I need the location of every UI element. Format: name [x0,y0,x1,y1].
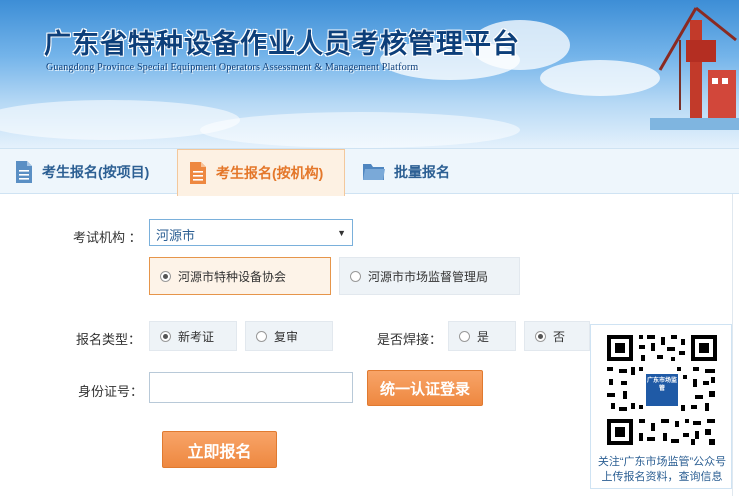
org-option-association[interactable]: 河源市特种设备协会 [149,257,331,295]
weld-label: 是否焊接： [377,332,443,347]
tab-register-by-project[interactable]: 考生报名(按项目) [14,149,149,195]
qr-caption-line2: 上传报名资料，查询信息 [601,471,723,483]
platform-subtitle: Guangdong Province Special Equipment Ope… [46,62,419,73]
document-icon [190,162,206,184]
org-label: 考试机构 ： [73,230,142,245]
qr-caption: 关注“广东市场监管”公众号 上传报名资料，查询信息 [591,455,733,485]
weld-option-label: 否 [553,329,566,344]
header-banner: 广东省特种设备作业人员考核管理平台 Guangdong Province Spe… [0,0,739,148]
weld-option-yes[interactable]: 是 [448,321,516,351]
type-option-review[interactable]: 复审 [245,321,333,351]
type-option-label: 新考证 [178,329,215,344]
tab-label: 考生报名(按机构) [216,165,324,181]
org-option-label: 河源市特种设备协会 [178,269,287,284]
weld-option-label: 是 [477,329,490,344]
tab-label: 考生报名(按项目) [42,164,150,180]
platform-title: 广东省特种设备作业人员考核管理平台 [44,29,520,60]
banner-cloud [200,112,520,148]
radio-checked-icon [535,330,546,342]
radio-checked-icon [160,330,171,342]
folder-icon [363,164,385,180]
right-divider [732,194,739,496]
tab-label: 批量报名 [394,164,450,180]
qr-caption-line1: 关注“广东市场监管”公众号 [597,456,727,468]
type-option-label: 复审 [274,329,299,344]
qr-logo-text: 广东市场监管 [646,378,677,392]
org-option-bureau[interactable]: 河源市市场监督管理局 [339,257,520,295]
qr-code-panel: 广东市场监管 关注“广东市场监管”公众号 上传报名资料，查询信息 [590,324,732,489]
radio-unchecked-icon [256,330,267,342]
chevron-down-icon: ▼ [337,228,346,238]
radio-unchecked-icon [459,330,470,342]
org-select[interactable]: 河源市 ▼ [149,219,353,246]
tab-register-by-org[interactable]: 考生报名(按机构) [177,149,345,196]
port-crane-illustration [650,6,739,130]
type-label: 报名类型： [76,332,142,347]
type-option-new[interactable]: 新考证 [149,321,237,351]
radio-unchecked-icon [350,270,361,282]
id-label: 身份证号： [78,384,144,399]
tab-bar: 考生报名(按项目) 考生报名(按机构) 批量报名 [0,148,739,196]
banner-cloud [540,60,660,96]
weld-option-no[interactable]: 否 [524,321,590,351]
unified-auth-login-button[interactable]: 统一认证登录 [367,370,483,406]
org-option-label: 河源市市场监督管理局 [368,269,489,284]
document-icon [16,161,32,183]
tab-batch-register[interactable]: 批量报名 [362,149,450,195]
id-number-input[interactable] [149,372,353,403]
radio-checked-icon [160,270,171,282]
register-now-button[interactable]: 立即报名 [162,431,277,468]
org-select-value: 河源市 [156,228,196,243]
